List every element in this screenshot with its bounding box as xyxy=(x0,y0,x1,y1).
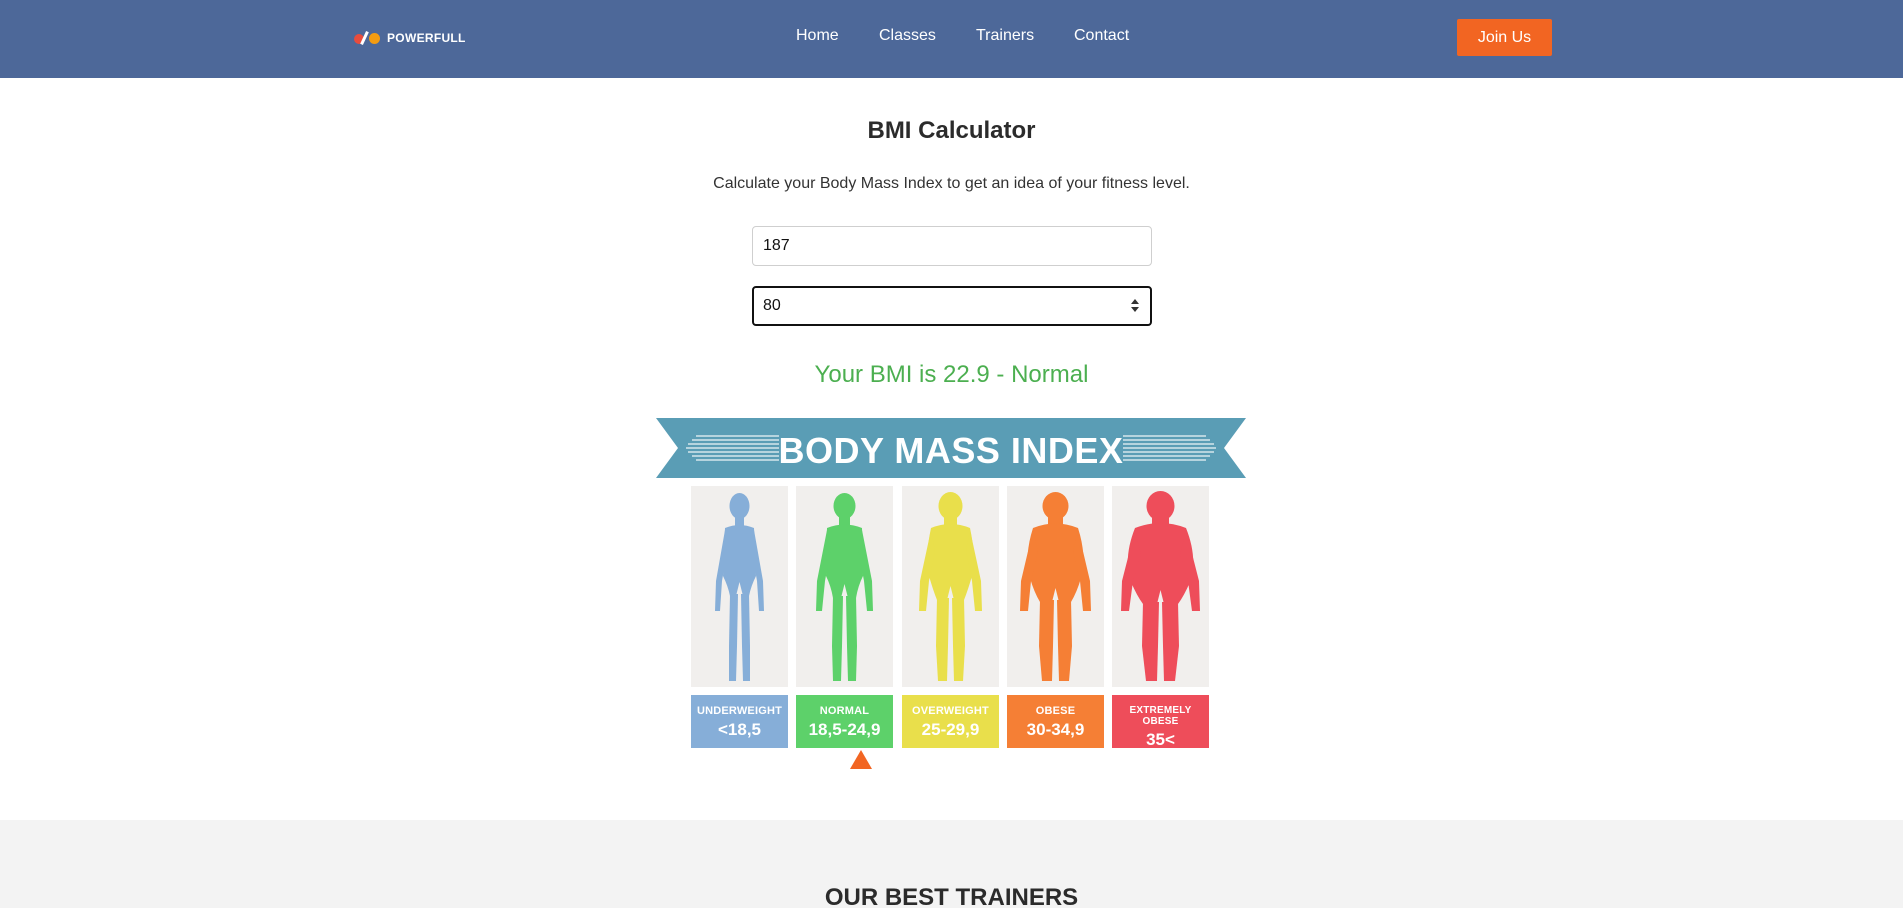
site-header: POWERFULL Home Classes Trainers Contact … xyxy=(0,0,1903,78)
nav-classes[interactable]: Classes xyxy=(879,27,936,45)
trainers-section: OUR BEST TRAINERS xyxy=(0,820,1903,911)
height-input[interactable]: 187 xyxy=(752,226,1152,266)
number-spinner-icon[interactable] xyxy=(1130,298,1140,314)
category-name: OBESE xyxy=(1035,705,1076,717)
underweight-panel xyxy=(691,486,788,687)
infographic-title: BODY MASS INDEX xyxy=(778,430,1124,471)
extremely-obese-label: EXTREMELY OBESE 35< xyxy=(1112,695,1209,749)
nav-home[interactable]: Home xyxy=(796,27,839,45)
bmi-title: BMI Calculator xyxy=(867,117,1036,144)
underweight-label: UNDERWEIGHT <18,5 xyxy=(691,695,788,748)
main-nav: Home Classes Trainers Contact xyxy=(0,27,1903,47)
obese-label: OBESE 30-34,9 xyxy=(1007,695,1104,748)
extremely-obese-body-icon xyxy=(1121,491,1200,681)
bmi-subtitle: Calculate your Body Mass Index to get an… xyxy=(713,175,1190,192)
height-value: 187 xyxy=(763,237,790,254)
join-us-button[interactable]: Join Us xyxy=(1457,19,1552,56)
category-name: NORMAL xyxy=(819,705,870,717)
category-name: OVERWEIGHT xyxy=(912,705,989,717)
category-name: UNDERWEIGHT xyxy=(696,705,783,717)
category-range: 18,5-24,9 xyxy=(808,720,881,739)
bmi-indicator-arrow-icon xyxy=(850,750,872,769)
underweight-body-icon xyxy=(715,493,764,681)
normal-panel xyxy=(796,486,893,687)
nav-trainers[interactable]: Trainers xyxy=(976,27,1034,45)
normal-label: NORMAL 18,5-24,9 xyxy=(796,695,893,748)
weight-value: 80 xyxy=(763,297,781,314)
overweight-body-icon xyxy=(919,492,982,681)
category-range: <18,5 xyxy=(717,720,761,739)
category-range: 35< xyxy=(1146,730,1175,749)
bmi-infographic: BODY MASS INDEX UNDERWEIGHT <18,5 NORMAL… xyxy=(656,416,1246,772)
overweight-label: OVERWEIGHT 25-29,9 xyxy=(902,695,999,748)
obese-panel xyxy=(1007,486,1104,687)
bmi-result: Your BMI is 22.9 - Normal xyxy=(814,361,1089,388)
overweight-panel xyxy=(902,486,999,687)
category-name: EXTREMELY OBESE xyxy=(1129,705,1192,727)
category-range: 30-34,9 xyxy=(1026,720,1085,739)
obese-body-icon xyxy=(1020,492,1091,681)
extremely-obese-panel xyxy=(1112,486,1209,687)
category-range: 25-29,9 xyxy=(921,720,980,739)
weight-input[interactable]: 80 xyxy=(752,286,1152,326)
normal-body-icon xyxy=(816,493,873,681)
nav-contact[interactable]: Contact xyxy=(1074,27,1129,45)
